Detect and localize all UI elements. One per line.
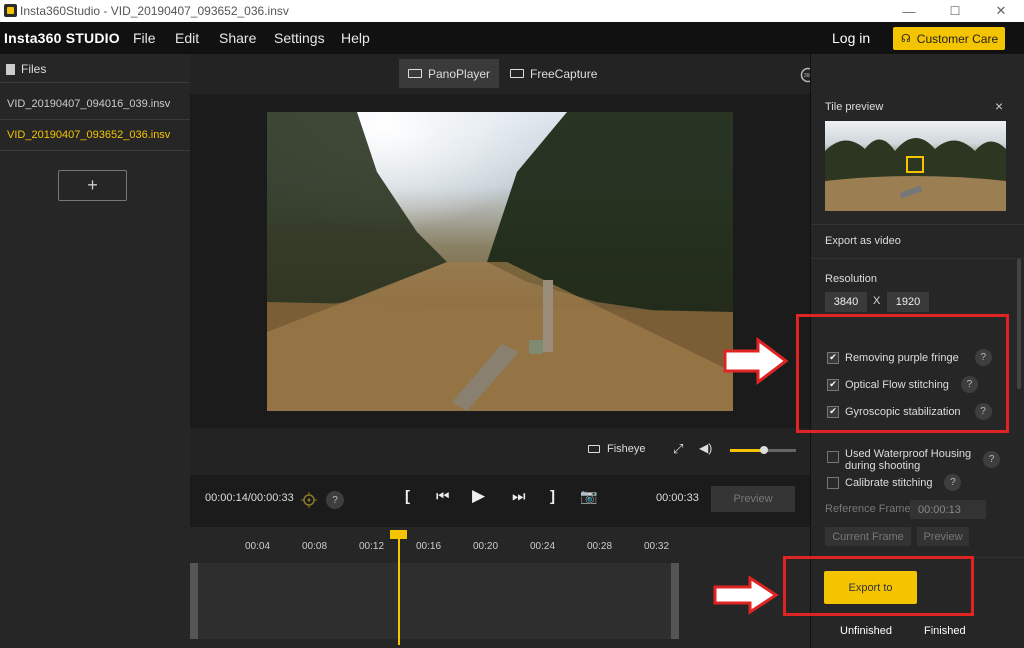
tile-preview-title: Tile preview (825, 101, 884, 113)
end-time: 00:00:33 (656, 492, 699, 504)
fullscreen-icon[interactable]: ⤢ (673, 441, 683, 457)
maximize-button[interactable]: ☐ (932, 0, 978, 22)
playhead-handle[interactable] (390, 530, 407, 539)
step-forward-icon[interactable]: ⏭ (512, 488, 526, 505)
close-button[interactable]: ✕ (978, 0, 1024, 22)
mark-in-icon[interactable]: [ (405, 488, 410, 505)
headset-icon: ☊ (901, 33, 911, 45)
view-controls: Fisheye ⤢ ◀) (190, 428, 810, 475)
menu-edit[interactable]: Edit (175, 30, 199, 46)
tab-freecapture-label: FreeCapture (530, 66, 598, 81)
timeline-tick: 00:12 (359, 541, 385, 552)
app-icon (4, 4, 17, 17)
current-frame-button[interactable]: Current Frame (825, 527, 911, 546)
app-logo: Insta360 STUDIO (4, 30, 120, 46)
customer-care-button[interactable]: ☊ Customer Care (893, 27, 1005, 50)
file-list-icon (6, 64, 15, 75)
add-file-button[interactable]: + (58, 170, 127, 201)
menu-file[interactable]: File (133, 30, 156, 46)
playback-bar: 00:00:14/00:00:33 ? [ ⏮ ▶ ⏭ ] 📷 00:00:33… (190, 475, 810, 527)
fisheye-toggle[interactable]: Fisheye (588, 443, 646, 455)
preview-button[interactable]: Preview (711, 486, 795, 512)
scrollbar[interactable] (1017, 259, 1021, 389)
reference-frame-label: Reference Frame (825, 503, 911, 515)
annotation-export-box (783, 556, 974, 616)
help-icon[interactable]: ? (983, 451, 1001, 468)
customer-care-label: Customer Care (916, 31, 999, 46)
timeline-tick: 00:08 (302, 541, 328, 552)
current-time: 00:00:14/00:00:33 (205, 492, 294, 504)
fisheye-icon (588, 445, 600, 453)
volume-slider[interactable] (730, 446, 796, 454)
resolution-width-field[interactable]: 3840 (825, 292, 867, 312)
tab-panoplayer-label: PanoPlayer (428, 66, 491, 81)
annotation-arrow-icon (723, 337, 789, 385)
timeline-track[interactable] (190, 563, 679, 639)
resolution-height-field[interactable]: 1920 (887, 292, 929, 312)
calibrate-preview-button[interactable]: Preview (917, 527, 969, 546)
resolution-label: Resolution (825, 273, 877, 285)
minimize-button[interactable]: — (886, 0, 932, 22)
fisheye-label: Fisheye (607, 443, 646, 455)
tab-panoplayer[interactable]: PanoPlayer (399, 59, 500, 88)
files-header: Files (0, 54, 190, 83)
timeline-tick: 00:24 (530, 541, 556, 552)
menu-help[interactable]: Help (341, 30, 370, 46)
timeline-tick: 00:20 (473, 541, 499, 552)
view-selection-rect[interactable] (906, 156, 924, 173)
annotation-arrow-icon (713, 575, 779, 615)
panorama-icon (408, 69, 422, 78)
timeline-tick: 00:04 (245, 541, 271, 552)
menu-bar: Insta360 STUDIO File Edit Share Settings… (0, 22, 1024, 54)
menu-settings[interactable]: Settings (274, 30, 325, 46)
login-link[interactable]: Log in (832, 30, 870, 46)
play-icon[interactable]: ▶ (472, 486, 485, 506)
volume-icon[interactable]: ◀) (699, 441, 712, 455)
file-item[interactable]: VID_20190407_094016_039.insv (0, 90, 190, 120)
timeline-tick: 00:32 (644, 541, 670, 552)
checkbox-calibrate-stitching[interactable] (827, 476, 839, 489)
option-calibrate-label: Calibrate stitching (845, 476, 933, 489)
video-frame-image (267, 112, 733, 411)
tab-unfinished[interactable]: Unfinished (840, 625, 892, 637)
option-calibrate-stitching[interactable]: Calibrate stitching ? (827, 474, 962, 491)
help-icon[interactable]: ? (326, 491, 344, 509)
file-item-active[interactable]: VID_20190407_093652_036.insv (0, 121, 190, 151)
reference-frame-field[interactable]: 00:00:13 (910, 500, 986, 519)
export-section-title: Export as video (825, 235, 901, 247)
video-preview[interactable] (267, 112, 733, 411)
option-waterproof-housing[interactable]: Used Waterproof Housing during shooting … (827, 448, 1001, 472)
waterproof-line2: during shooting (845, 460, 921, 472)
annotation-options-box (796, 314, 1009, 433)
volume-level (730, 449, 763, 452)
tile-preview-image[interactable] (825, 121, 1006, 211)
step-back-icon[interactable]: ⏮ (436, 488, 450, 505)
window-title: Insta360Studio - VID_20190407_093652_036… (20, 4, 289, 18)
player-area: PanoPlayer FreeCapture 360 Fisheye ⤢ ◀) … (190, 54, 816, 648)
tab-freecapture[interactable]: FreeCapture (501, 59, 606, 88)
playhead[interactable] (390, 530, 407, 645)
help-icon[interactable]: ? (944, 474, 962, 491)
snapshot-icon[interactable]: 📷 (580, 488, 597, 505)
resolution-x: X (873, 295, 881, 307)
files-panel: Files VID_20190407_094016_039.insv VID_2… (0, 54, 190, 648)
target-icon[interactable] (301, 492, 317, 508)
close-tile-preview-icon[interactable]: × (995, 98, 1003, 114)
mark-out-icon[interactable]: ] (550, 488, 555, 505)
timeline-tick: 00:16 (416, 541, 442, 552)
waterproof-line1: Used Waterproof Housing (845, 448, 972, 460)
window-titlebar: Insta360Studio - VID_20190407_093652_036… (0, 0, 1024, 22)
freecapture-icon (510, 69, 524, 78)
menu-share[interactable]: Share (219, 30, 256, 46)
tab-finished[interactable]: Finished (924, 625, 966, 637)
option-waterproof-label: Used Waterproof Housing during shooting (845, 448, 971, 472)
timeline-tick: 00:28 (587, 541, 613, 552)
view-tabs: PanoPlayer FreeCapture 360 (190, 54, 816, 94)
checkbox-waterproof-housing[interactable] (827, 451, 839, 463)
volume-knob[interactable] (760, 446, 768, 454)
files-title: Files (21, 62, 47, 76)
